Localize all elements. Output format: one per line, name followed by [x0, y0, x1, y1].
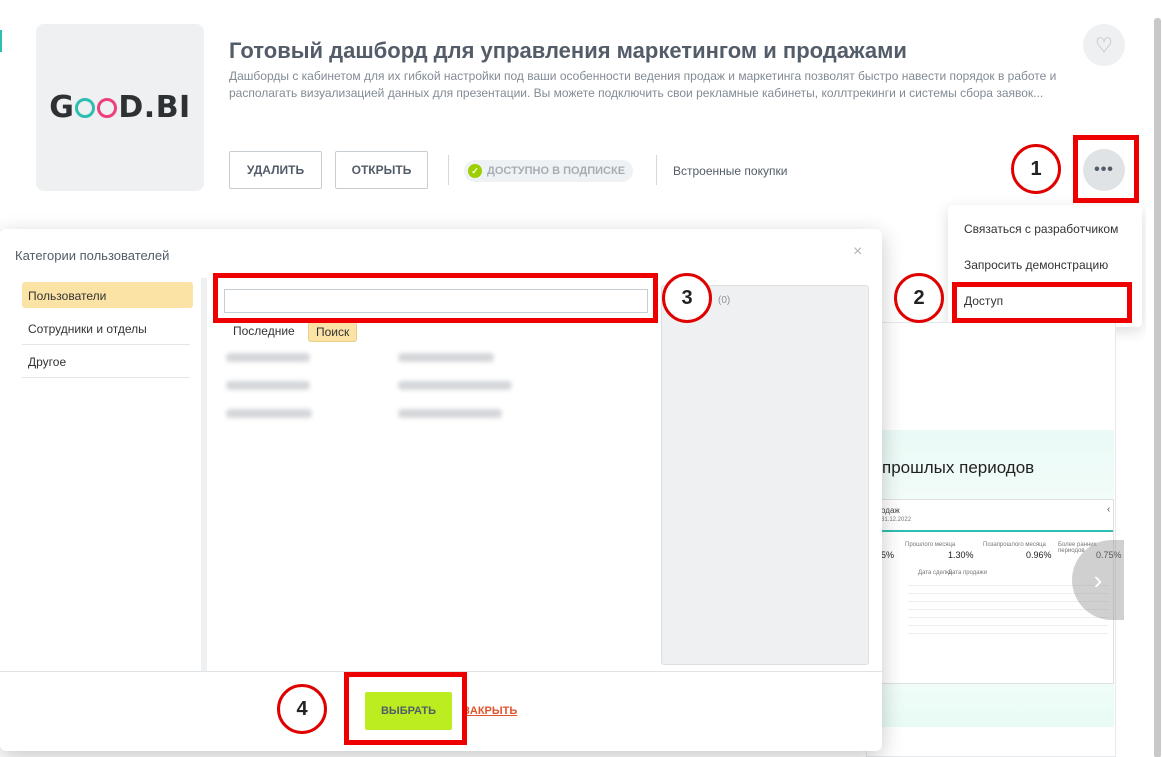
- category-employees-departments[interactable]: Сотрудники и отделы: [22, 315, 193, 341]
- category-users[interactable]: Пользователи: [22, 282, 193, 308]
- chevron-left-icon: ‹: [1107, 504, 1111, 515]
- preview-table-row: [908, 617, 1108, 618]
- app-logo: G D.BI: [36, 24, 204, 191]
- selected-count: (0): [718, 295, 731, 306]
- user-name-blurred[interactable]: [398, 381, 512, 390]
- subscription-badge: ✓ ДОСТУПНО В ПОДПИСКЕ: [464, 160, 634, 182]
- preview-metric-label: Прошлого месяца: [905, 542, 956, 548]
- scrollbar-thumb[interactable]: [1154, 18, 1161, 757]
- user-name-blurred[interactable]: [398, 353, 494, 362]
- tab-search[interactable]: Поиск: [308, 322, 358, 342]
- subscription-badge-label: ДОСТУПНО В ПОДПИСКЕ: [487, 165, 626, 177]
- preview-shot-title: одаж: [881, 506, 900, 515]
- logo-o-teal: [75, 97, 96, 118]
- column-divider: [201, 278, 207, 671]
- category-other[interactable]: Другое: [22, 348, 193, 374]
- in-app-purchases-label: Встроенные покупки: [673, 164, 788, 178]
- menu-item-contact-developer[interactable]: Связаться с разработчиком: [964, 222, 1118, 236]
- annotation-step-4: 4: [277, 684, 327, 734]
- annotation-step-3: 3: [662, 273, 712, 323]
- preview-column-label: Дата сделки: [918, 570, 953, 576]
- delete-button[interactable]: УДАЛИТЬ: [229, 151, 322, 189]
- annotation-box-more-button: [1073, 135, 1139, 203]
- preview-metric-value: 0.96%: [1026, 550, 1052, 560]
- annotation-step-2: 2: [894, 273, 944, 323]
- preview-column-label: Дата продажи: [948, 570, 987, 576]
- preview-left-value: 5%: [881, 550, 895, 560]
- preview-metric-value: 1.30%: [948, 550, 974, 560]
- open-button[interactable]: ОТКРЫТЬ: [335, 151, 428, 189]
- annotation-step-1: 1: [1011, 144, 1061, 194]
- preview-table-row: [908, 609, 1108, 610]
- logo-wordmark: G D.BI: [49, 90, 190, 125]
- preview-accent-line: [878, 530, 1113, 532]
- logo-o-pink: [97, 97, 118, 118]
- user-name-blurred[interactable]: [226, 353, 310, 362]
- close-icon[interactable]: ×: [853, 243, 862, 261]
- annotation-box-choose: [344, 672, 467, 745]
- page-edge-accent: [0, 30, 2, 52]
- dialog-title: Категории пользователей: [15, 248, 170, 263]
- preview-shot-date: 31.12.2022: [881, 517, 912, 523]
- app-title: Готовый дашборд для управления маркетинг…: [229, 38, 907, 63]
- preview-table-row: [908, 625, 1108, 626]
- user-name-blurred[interactable]: [398, 409, 502, 418]
- divider: [448, 155, 449, 185]
- favorite-heart-icon[interactable]: ♡: [1083, 24, 1125, 66]
- category-divider: [22, 377, 190, 378]
- divider: [656, 155, 657, 185]
- tab-recent[interactable]: Последние: [233, 324, 295, 338]
- preview-heading: прошлых периодов: [882, 458, 1035, 477]
- logo-text-start: G: [49, 90, 75, 125]
- app-description: Дашборды с кабинетом для их гибкой настр…: [229, 69, 1057, 100]
- logo-text-end: D.BI: [118, 90, 191, 125]
- category-divider: [22, 344, 190, 345]
- preview-metric-label: Позапрошлого месяца: [983, 542, 1046, 548]
- user-name-blurred[interactable]: [226, 381, 310, 390]
- menu-item-request-demo[interactable]: Запросить демонстрацию: [964, 258, 1108, 272]
- check-icon: ✓: [468, 164, 482, 178]
- preview-table-row: [908, 633, 1108, 634]
- annotation-box-access: [952, 282, 1132, 323]
- user-name-blurred[interactable]: [226, 409, 312, 418]
- close-link[interactable]: ЗАКРЫТЬ: [463, 705, 517, 717]
- annotation-box-search: [213, 273, 658, 323]
- selected-users-panel: [661, 285, 869, 665]
